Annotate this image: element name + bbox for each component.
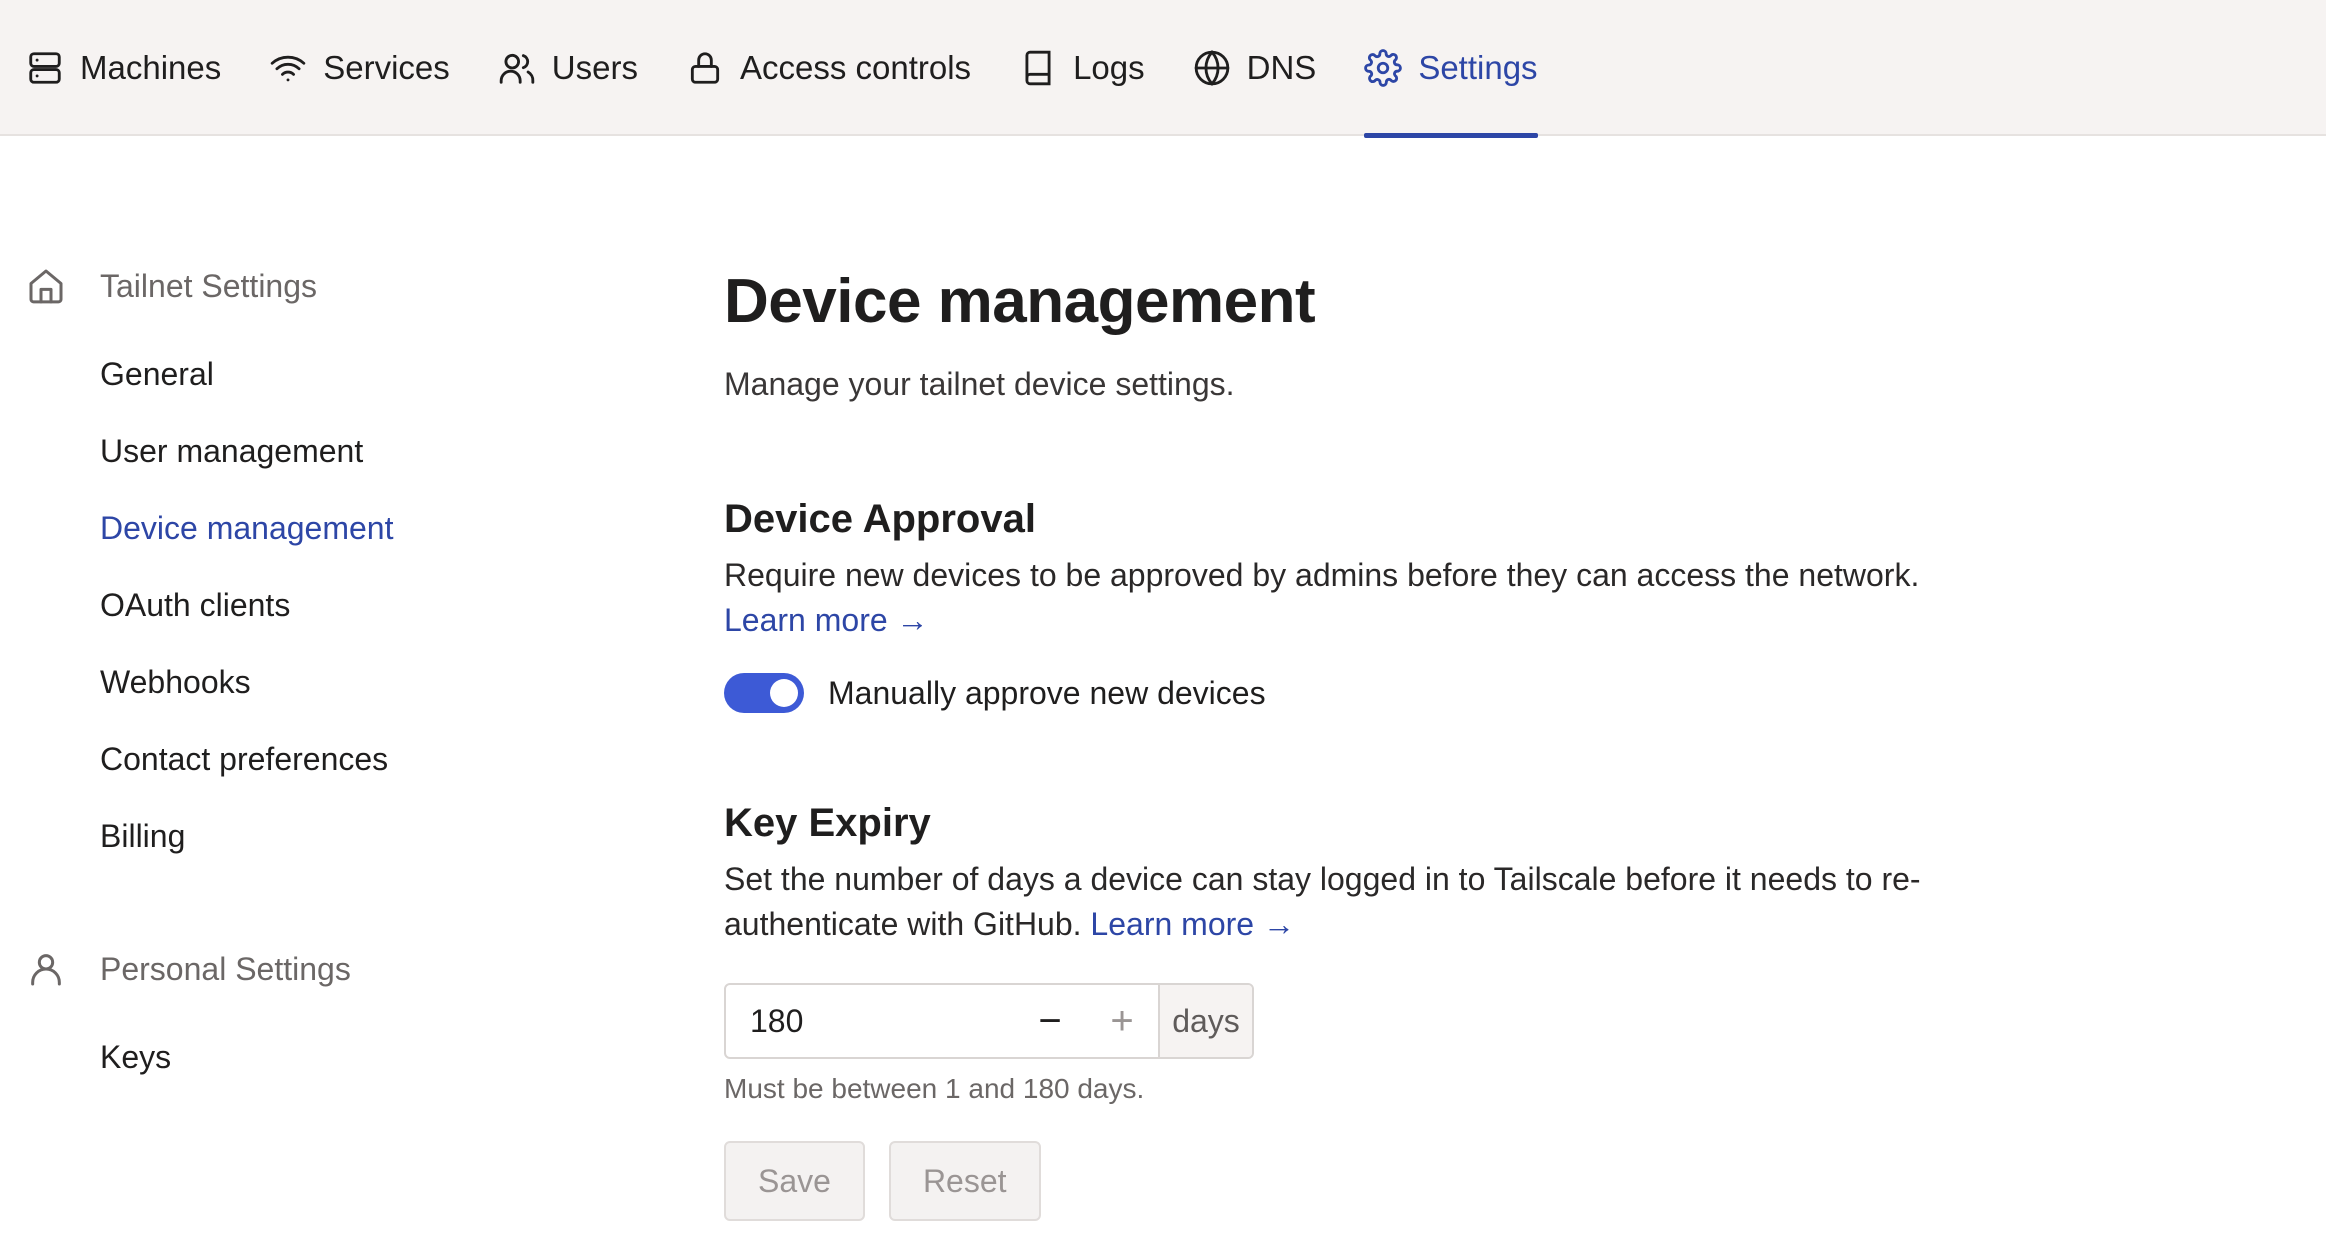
nav-users-label: Users xyxy=(551,49,638,86)
personal-settings-label: Personal Settings xyxy=(100,950,351,987)
nav-dns-label: DNS xyxy=(1246,49,1317,86)
toggle-knob xyxy=(770,679,798,707)
users-icon xyxy=(498,49,536,87)
key-expiry-text: Set the number of days a device can stay… xyxy=(724,861,1921,942)
nav-settings[interactable]: Settings xyxy=(1340,0,1561,138)
days-unit-label: days xyxy=(1158,985,1252,1057)
key-expiry-days-input[interactable] xyxy=(726,985,1014,1057)
increment-button[interactable]: + xyxy=(1086,985,1158,1057)
personal-settings-group: Personal Settings Keys xyxy=(26,939,586,1096)
key-expiry-hint: Must be between 1 and 180 days. xyxy=(724,1073,1145,1104)
main-nav: Machines Services Users Access controls … xyxy=(26,0,1562,138)
sidebar-item-user-management[interactable]: User management xyxy=(26,413,586,490)
nav-logs[interactable]: Logs xyxy=(995,0,1169,136)
nav-services[interactable]: Services xyxy=(245,0,474,136)
key-expiry-learn-more-link[interactable]: Learn more → xyxy=(1090,906,1295,942)
sidebar-item-device-management[interactable]: Device management xyxy=(26,490,586,567)
globe-icon xyxy=(1193,49,1231,87)
key-expiry-stepper: − + days xyxy=(724,983,1254,1059)
key-expiry-section: Key Expiry Set the number of days a devi… xyxy=(724,797,2024,1221)
manual-approve-toggle[interactable] xyxy=(724,673,804,713)
save-button[interactable]: Save xyxy=(724,1141,865,1221)
decrement-button[interactable]: − xyxy=(1014,985,1086,1057)
page-subtitle: Manage your tailnet device settings. xyxy=(724,366,1235,402)
server-icon xyxy=(26,49,64,87)
nav-dns[interactable]: DNS xyxy=(1169,0,1341,136)
reset-button[interactable]: Reset xyxy=(888,1141,1041,1221)
lock-icon xyxy=(686,49,724,87)
device-approval-learn-more-link[interactable]: Learn more → xyxy=(724,602,929,638)
manual-approve-label: Manually approve new devices xyxy=(828,674,1266,711)
nav-users[interactable]: Users xyxy=(474,0,662,136)
nav-services-label: Services xyxy=(323,49,450,86)
nav-machines-label: Machines xyxy=(80,49,222,86)
key-expiry-description: Set the number of days a device can stay… xyxy=(724,857,2024,947)
personal-settings-list: Keys xyxy=(26,1019,586,1096)
device-approval-heading: Device Approval xyxy=(724,497,1036,541)
approve-toggle-row: Manually approve new devices xyxy=(724,673,2024,713)
sidebar-item-webhooks[interactable]: Webhooks xyxy=(26,644,586,721)
personal-settings-title: Personal Settings xyxy=(26,939,586,999)
gear-icon xyxy=(1364,49,1403,87)
tailnet-settings-label: Tailnet Settings xyxy=(100,267,318,304)
person-icon xyxy=(31,954,61,986)
sidebar-item-keys[interactable]: Keys xyxy=(26,1019,586,1096)
book-icon xyxy=(1019,49,1057,87)
sidebar-item-billing[interactable]: Billing xyxy=(26,798,586,875)
main-content: Device management Manage your tailnet de… xyxy=(724,262,2024,1221)
device-approval-section: Device Approval Require new devices to b… xyxy=(724,493,2024,713)
tailnet-settings-list: General User management Device managemen… xyxy=(26,336,586,875)
sidebar-item-contact-preferences[interactable]: Contact preferences xyxy=(26,721,586,798)
home-icon xyxy=(29,269,63,304)
form-actions: Save Reset xyxy=(724,1141,2024,1221)
page-title: Device management xyxy=(724,267,1316,336)
nav-settings-label: Settings xyxy=(1418,49,1538,86)
top-nav-bar: Machines Services Users Access controls … xyxy=(0,0,2326,138)
tailnet-settings-title: Tailnet Settings xyxy=(26,256,586,316)
nav-logs-label: Logs xyxy=(1073,49,1145,86)
nav-machines[interactable]: Machines xyxy=(26,0,245,136)
nav-access-controls[interactable]: Access controls xyxy=(662,0,995,136)
tailnet-settings-group: Tailnet Settings General User management… xyxy=(26,256,586,875)
settings-sidebar: Tailnet Settings General User management… xyxy=(26,256,586,1096)
device-approval-text: Require new devices to be approved by ad… xyxy=(724,557,1920,593)
sidebar-item-general[interactable]: General xyxy=(26,336,586,413)
wifi-icon xyxy=(269,49,307,87)
nav-access-controls-label: Access controls xyxy=(739,49,972,86)
key-expiry-heading: Key Expiry xyxy=(724,801,931,845)
device-approval-description: Require new devices to be approved by ad… xyxy=(724,553,2024,643)
sidebar-item-oauth-clients[interactable]: OAuth clients xyxy=(26,567,586,644)
